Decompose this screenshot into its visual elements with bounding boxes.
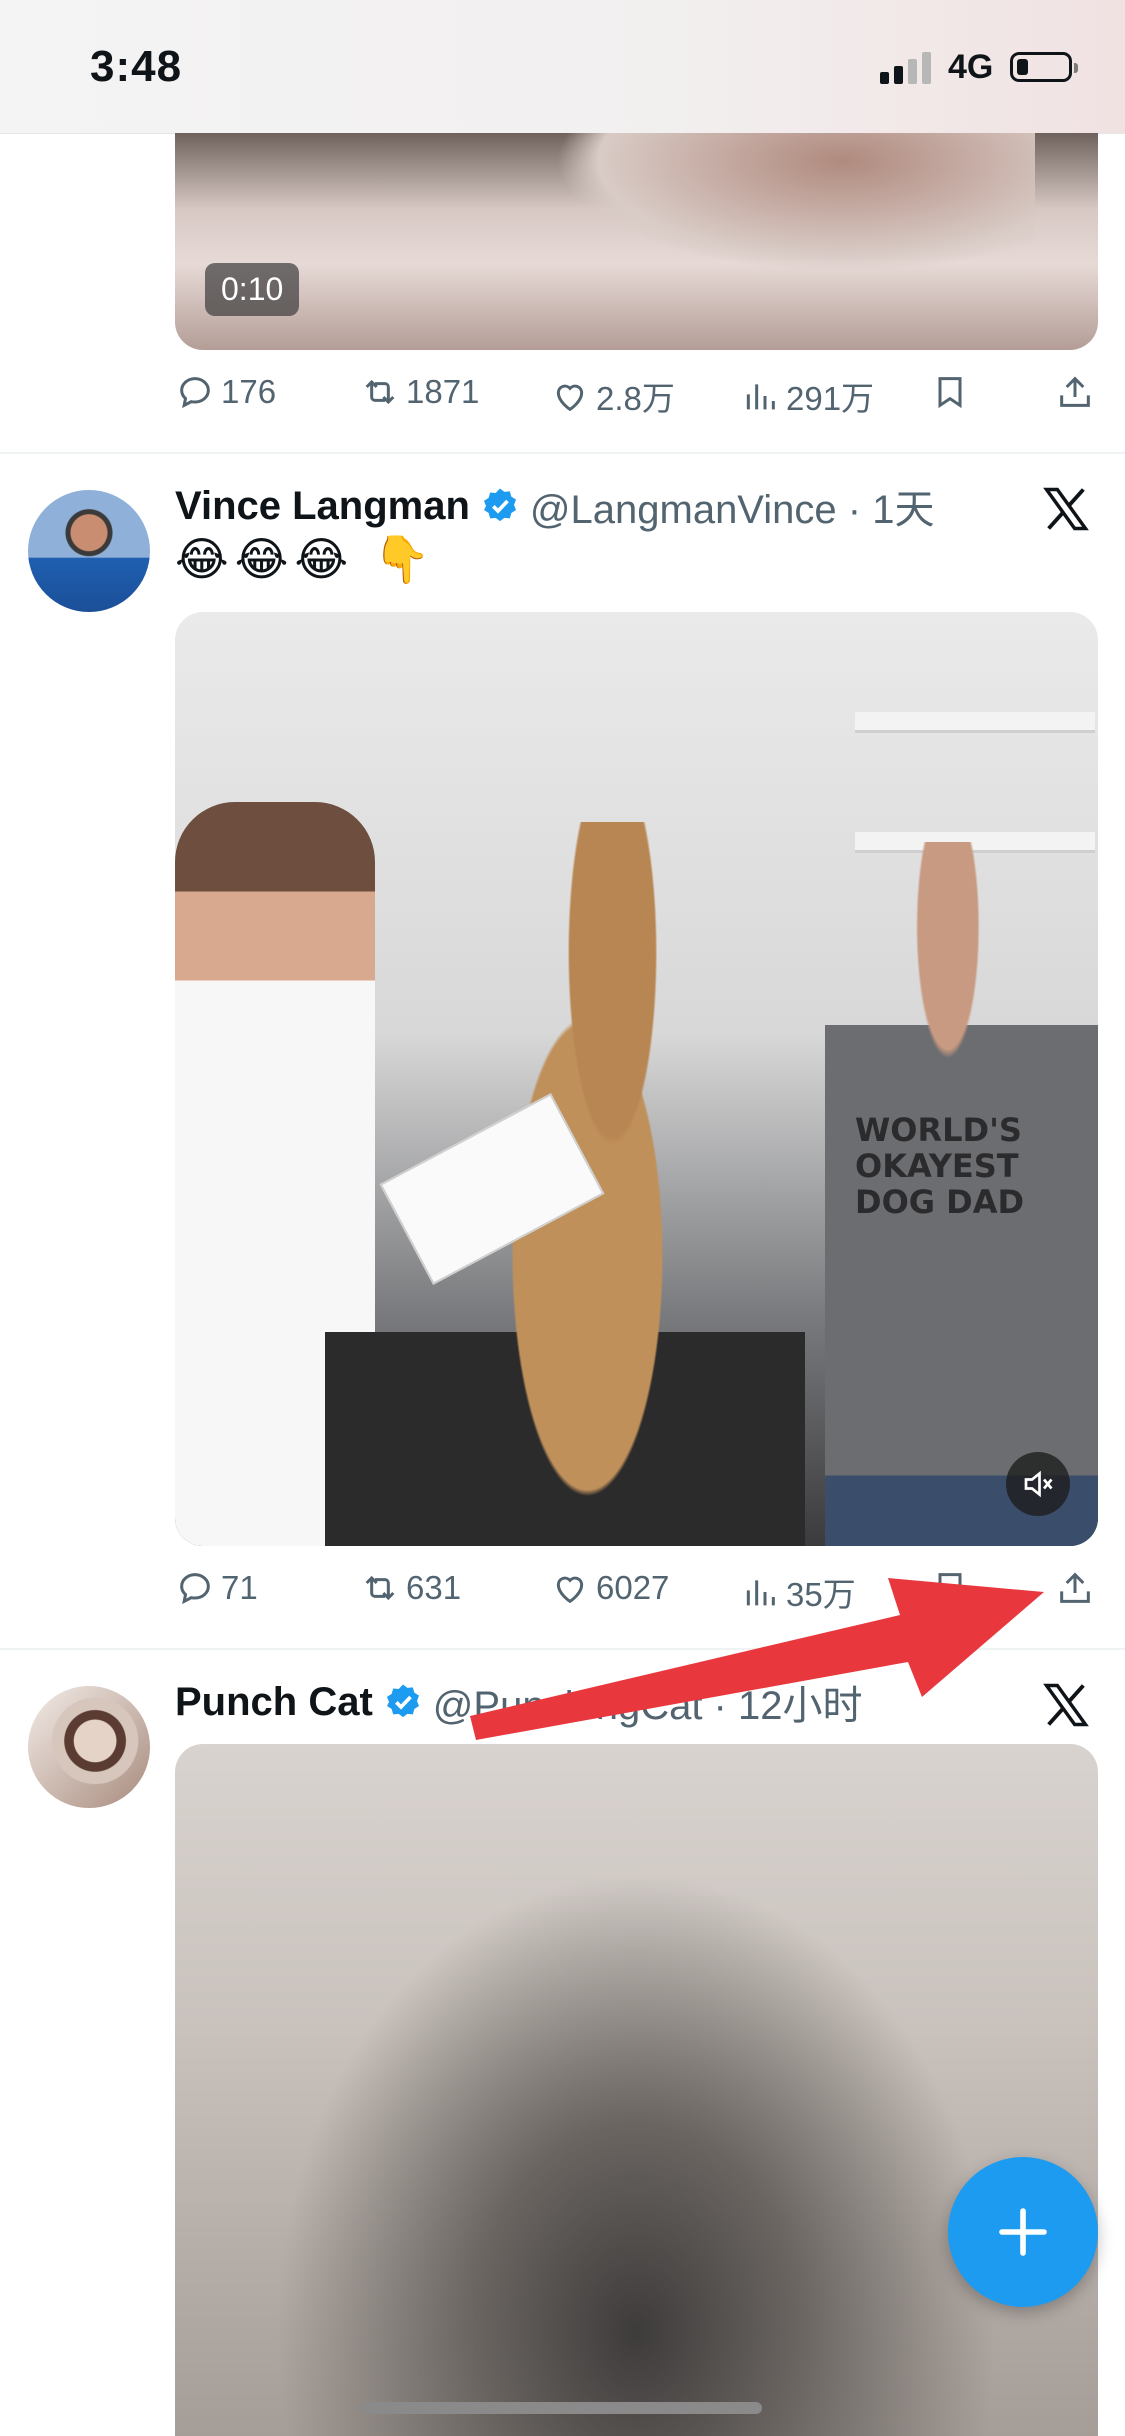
like-button[interactable]: 6027 [550,1568,669,1608]
repost-button[interactable]: 1871 [360,372,479,412]
repost-count: 631 [406,1569,462,1606]
bookmark-icon [938,377,962,409]
heart-icon [556,1576,584,1604]
share-icon [1060,1572,1090,1603]
tweet-actions: 176 1871 2.8万 291万 [175,372,1098,432]
mute-button[interactable] [1006,1452,1070,1516]
reply-button[interactable]: 71 [175,1568,258,1608]
repost-icon [365,1575,395,1601]
user-handle-time[interactable]: @PunchingCat · 12小时 [433,1673,863,1731]
user-handle-time[interactable]: @LangmanVince · 1天 [530,477,935,535]
home-indicator [362,2402,762,2414]
repost-count: 1871 [406,373,480,410]
bookmark-icon [938,1573,962,1605]
verified-badge-icon [483,488,516,522]
status-time: 3:48 [90,42,183,91]
tweet-header: Vince Langman @LangmanVince · 1天 [175,478,934,534]
tweet-divider [0,1648,1125,1650]
tweet-video[interactable]: 0:10 [175,133,1098,350]
reply-icon [180,1573,210,1605]
battery-icon [1010,52,1078,82]
repost-button[interactable]: 631 [360,1568,461,1608]
reply-icon [180,377,210,409]
compose-button[interactable] [948,2157,1098,2307]
network-type: 4G [948,48,994,86]
tweet-video[interactable]: WORLD'S OKAYEST DOG DAD [175,612,1098,1546]
views-icon [746,384,775,410]
shirt-text: WORLD'S OKAYEST DOG DAD [855,1111,1025,1221]
bookmark-button[interactable] [930,1568,976,1608]
like-button[interactable]: 2.8万 [550,372,675,420]
views-button[interactable]: 291万 [740,372,874,420]
like-count: 2.8万 [596,380,675,417]
view-count: 291万 [786,380,875,417]
tweet-text: 😂😂😂 👇 [175,533,437,585]
reply-count: 176 [221,373,277,410]
avatar[interactable] [28,490,150,612]
x-logo-icon [1043,487,1089,531]
share-button[interactable] [1055,1568,1101,1608]
plus-icon [999,2208,1047,2256]
share-button[interactable] [1055,372,1101,412]
tweet-divider [0,452,1125,454]
speaker-muted-icon [1024,1470,1053,1498]
user-name[interactable]: Vince Langman [175,484,470,529]
views-icon [746,1580,775,1606]
tweet-video[interactable] [175,1744,1098,2436]
repost-icon [365,379,395,405]
tweet-actions: 71 631 6027 35万 [175,1568,1098,1628]
tweet-header: Punch Cat @PunchingCat · 12小时 [175,1674,862,1730]
view-count: 35万 [786,1576,856,1613]
user-name[interactable]: Punch Cat [175,1680,373,1725]
reply-count: 71 [221,1569,258,1606]
views-button[interactable]: 35万 [740,1568,856,1616]
reply-button[interactable]: 176 [175,372,276,412]
like-count: 6027 [596,1569,670,1606]
bookmark-button[interactable] [930,372,976,412]
heart-icon [556,384,584,412]
video-duration: 0:10 [205,263,300,316]
verified-badge-icon [386,1684,419,1718]
status-bar: 3:48 4G [0,0,1125,134]
avatar[interactable] [28,1686,150,1808]
share-icon [1060,376,1090,407]
x-logo-icon [1043,1683,1089,1727]
